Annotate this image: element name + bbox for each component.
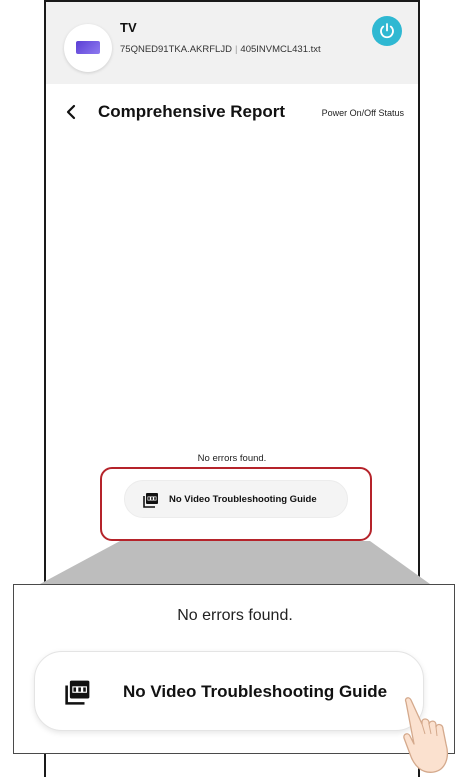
zoom-no-errors-message: No errors found.: [177, 607, 293, 624]
device-file: 405INVMCL431.txt: [240, 44, 321, 55]
highlight-frame: [100, 467, 372, 541]
pointing-hand-icon: [403, 697, 449, 773]
subtitle-separator: |: [234, 44, 238, 55]
pdf-icon: [65, 680, 90, 705]
page-title: Comprehensive Report: [98, 102, 286, 121]
power-status-link[interactable]: Power On/Off Status: [322, 108, 404, 118]
device-thumbnail: [64, 24, 112, 72]
zoom-panel: No errors found. No Video Troubleshootin…: [13, 584, 455, 754]
power-button[interactable]: [372, 16, 402, 46]
zoom-guide-button-label: No Video Troubleshooting Guide: [123, 682, 388, 701]
no-errors-message: No errors found.: [197, 453, 267, 464]
device-header: TV 75QNED91TKA.AKRFLJD | 405INVMCL431.txt: [46, 2, 418, 84]
device-subtitle: 75QNED91TKA.AKRFLJD | 405INVMCL431.txt: [120, 44, 321, 55]
power-icon: [380, 23, 394, 39]
device-name: TV: [120, 20, 137, 35]
phone-frame-top: [44, 0, 420, 2]
screen-header: Comprehensive Report Power On/Off Status: [46, 92, 418, 132]
tv-icon: [76, 41, 100, 54]
back-chevron-icon[interactable]: [64, 104, 80, 120]
device-model: 75QNED91TKA.AKRFLJD: [120, 44, 232, 55]
zoom-troubleshooting-guide-button[interactable]: No Video Troubleshooting Guide: [34, 651, 424, 731]
